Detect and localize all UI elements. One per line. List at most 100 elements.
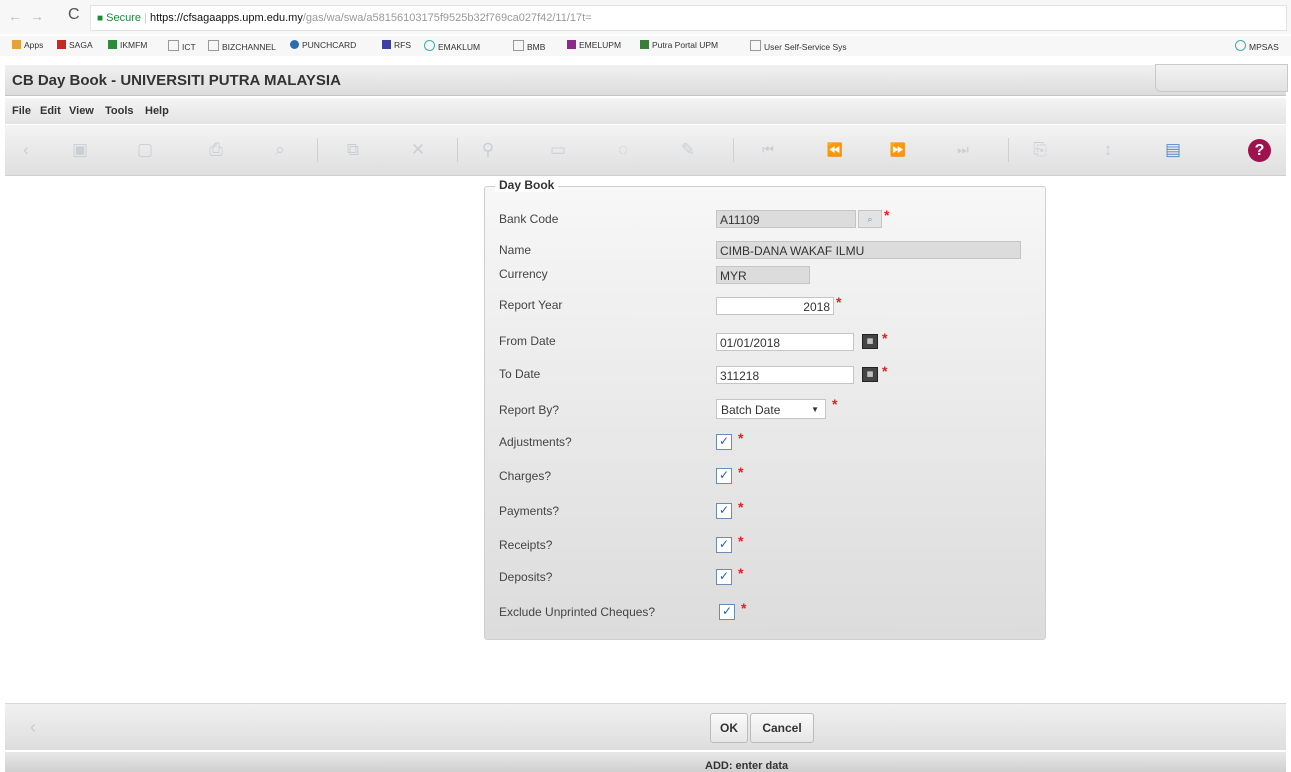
bookmark-ikmfm[interactable]: IKMFM <box>108 40 147 50</box>
from-date-field[interactable]: 01/01/2018 <box>716 333 854 351</box>
page-icon <box>168 40 179 51</box>
bookmark-rfs[interactable]: RFS <box>382 40 411 50</box>
attach-icon[interactable]: ◌ <box>610 137 636 163</box>
menu-help[interactable]: Help <box>145 105 169 117</box>
report-by-value: Batch Date <box>721 403 781 417</box>
url-field[interactable]: ■ Secure | https://cfsagaapps.upm.edu.my… <box>90 5 1287 31</box>
bookmark-emaklum[interactable]: EMAKLUM <box>424 40 480 52</box>
page-icon <box>513 40 524 51</box>
toolbar-separator <box>317 138 318 162</box>
print-preview-icon[interactable]: ⌕ <box>267 137 293 163</box>
bookmarks-bar: Apps SAGA IKMFM ICT BIZCHANNEL PUNCHCARD… <box>0 36 1291 56</box>
url-host: https://cfsagaapps.upm.edu.my <box>149 12 303 24</box>
status-bar <box>5 752 1286 772</box>
bookmark-punchcard[interactable]: PUNCHCARD <box>290 40 356 50</box>
list-icon[interactable]: ▭ <box>545 137 571 163</box>
bookmark-saga[interactable]: SAGA <box>57 40 93 50</box>
required-mark: * <box>836 294 842 310</box>
ok-button[interactable]: OK <box>710 713 748 743</box>
adjustments-label: Adjustments? <box>499 435 572 449</box>
status-text: ADD: enter data <box>705 760 789 772</box>
help-icon[interactable]: ? <box>1248 139 1271 162</box>
to-date-field[interactable]: 311218 <box>716 366 854 384</box>
edit-record-icon[interactable]: ▢ <box>132 137 158 163</box>
cancel-button[interactable]: Cancel <box>750 713 814 743</box>
last-record-icon[interactable]: ⏭ <box>950 137 976 163</box>
required-mark: * <box>738 565 744 581</box>
forward-icon[interactable]: → <box>30 8 44 24</box>
deposits-checkbox[interactable]: ✓ <box>716 569 732 585</box>
receipts-checkbox[interactable]: ✓ <box>716 537 732 553</box>
name-field: CIMB-DANA WAKAF ILMU <box>716 241 1021 259</box>
emelupm-icon <box>567 40 576 49</box>
report-by-select[interactable]: Batch Date ▼ <box>716 399 826 419</box>
chevron-down-icon: ▼ <box>811 405 819 414</box>
currency-label: Currency <box>499 267 548 281</box>
menu-tools[interactable]: Tools <box>105 105 134 117</box>
bookmark-user-self-service[interactable]: User Self-Service Sys <box>750 40 847 52</box>
rfs-icon <box>382 40 391 49</box>
reload-icon[interactable]: C <box>68 6 80 24</box>
app-title: CB Day Book - UNIVERSITI PUTRA MALAYSIA <box>12 72 341 89</box>
report-year-field[interactable]: 2018 <box>716 297 834 315</box>
url-path: /gas/wa/swa/a58156103175f9525b32f769ca02… <box>302 12 592 24</box>
emaklum-icon <box>424 40 435 51</box>
print-icon[interactable]: ⎙ <box>203 137 229 163</box>
report-year-label: Report Year <box>499 298 563 312</box>
required-mark: * <box>882 330 888 346</box>
adjustments-checkbox[interactable]: ✓ <box>716 434 732 450</box>
exclude-unprinted-cheques-checkbox[interactable]: ✓ <box>719 604 735 620</box>
menu-view[interactable]: View <box>69 105 94 117</box>
payments-label: Payments? <box>499 504 560 518</box>
copy-icon[interactable]: ⧉ <box>340 137 366 163</box>
mpsas-icon <box>1235 40 1246 51</box>
sort-icon[interactable]: ↕ <box>1095 137 1121 163</box>
bank-code-label: Bank Code <box>499 212 559 226</box>
back-icon[interactable]: ‹ <box>13 137 39 163</box>
bank-code-field[interactable]: A11109 <box>716 210 856 228</box>
first-record-icon[interactable]: ⏮ <box>755 137 781 163</box>
required-mark: * <box>882 363 888 379</box>
delete-icon[interactable]: ✕ <box>405 137 431 163</box>
back-icon[interactable]: ← <box>8 8 22 24</box>
back-icon[interactable]: ‹ <box>30 717 36 738</box>
toolbar-separator <box>457 138 458 162</box>
bookmark-bmb[interactable]: BMB <box>513 40 545 52</box>
menu-edit[interactable]: Edit <box>40 105 61 117</box>
exclude-unprinted-cheques-label: Exclude Unprinted Cheques? <box>499 605 656 619</box>
to-date-label: To Date <box>499 367 541 381</box>
charges-label: Charges? <box>499 469 552 483</box>
export-icon[interactable]: ⎘ <box>1027 137 1053 163</box>
bookmark-ict[interactable]: ICT <box>168 40 196 52</box>
menu-file[interactable]: File <box>12 105 31 117</box>
bottom-button-bar: ‹ <box>5 703 1286 750</box>
required-mark: * <box>738 464 744 480</box>
calendar-icon[interactable]: ▦ <box>862 367 878 382</box>
new-record-icon[interactable]: ▣ <box>67 137 93 163</box>
search-icon[interactable]: ⚲ <box>475 137 501 163</box>
charges-checkbox[interactable]: ✓ <box>716 468 732 484</box>
currency-field: MYR <box>716 266 810 284</box>
app-title-bar: CB Day Book - UNIVERSITI PUTRA MALAYSIA <box>5 64 1288 96</box>
bookmark-mpsas[interactable]: MPSAS <box>1235 40 1279 52</box>
required-mark: * <box>738 533 744 549</box>
bookmark-emelupm[interactable]: EMELUPM <box>567 40 621 50</box>
payments-checkbox[interactable]: ✓ <box>716 503 732 519</box>
previous-record-icon[interactable]: ⏪ <box>822 137 848 163</box>
report-by-label: Report By? <box>499 403 560 417</box>
lookup-icon[interactable]: ⌕ <box>858 210 882 228</box>
bookmark-putra-portal[interactable]: Putra Portal UPM <box>640 40 718 50</box>
bookmark-bizchannel[interactable]: BIZCHANNEL <box>208 40 276 52</box>
next-record-icon[interactable]: ⏩ <box>885 137 911 163</box>
bookmark-apps[interactable]: Apps <box>12 40 43 50</box>
from-date-label: From Date <box>499 334 556 348</box>
window-icon[interactable]: ▤ <box>1160 137 1186 163</box>
toolbar: ‹ ▣ ▢ ⎙ ⌕ ⧉ ✕ ⚲ ▭ ◌ ✎ ⏮ ⏪ ⏩ ⏭ ⎘ ↕ ▤ ? <box>5 125 1286 176</box>
note-icon[interactable]: ✎ <box>675 137 701 163</box>
apps-icon <box>12 40 21 49</box>
ikmfm-icon <box>108 40 117 49</box>
toolbar-separator <box>1008 138 1009 162</box>
calendar-icon[interactable]: ▦ <box>862 334 878 349</box>
required-mark: * <box>832 396 838 412</box>
required-mark: * <box>741 600 747 616</box>
